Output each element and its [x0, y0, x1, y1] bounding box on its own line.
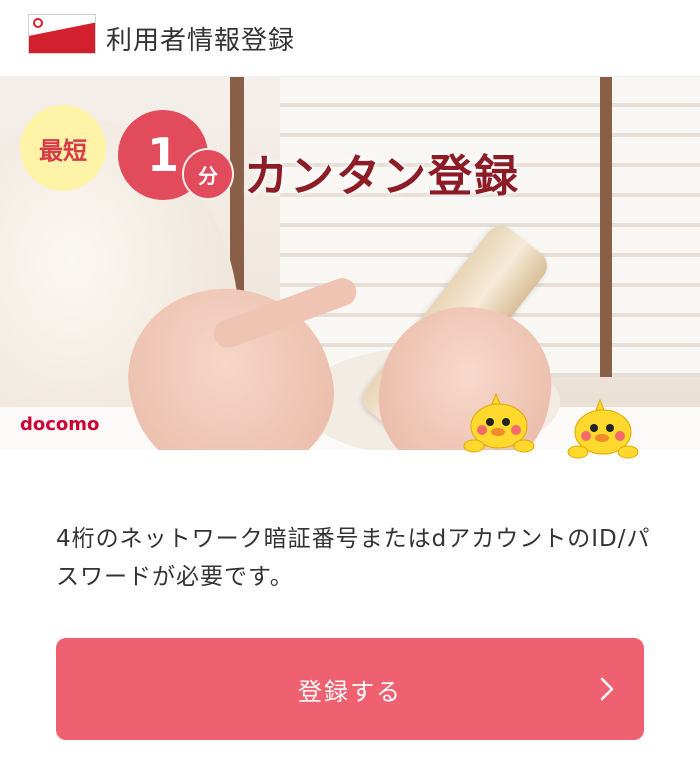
- poinco-bird-icon: [463, 392, 535, 453]
- chevron-right-icon: [600, 677, 614, 701]
- docomo-logo: docomo: [20, 414, 100, 435]
- register-button-label: 登録する: [298, 677, 402, 706]
- header-bar: 利用者情報登録: [0, 0, 700, 77]
- page-title: 利用者情報登録: [106, 26, 296, 56]
- hero-banner: [0, 77, 700, 450]
- poinco-bird-icon: [567, 398, 639, 459]
- hero-headline: カンタン登録: [244, 151, 520, 202]
- minute-badge: 分: [182, 148, 234, 200]
- d-app-icon: [28, 14, 96, 54]
- register-button[interactable]: 登録する: [56, 638, 644, 740]
- requirement-description: 4桁のネットワーク暗証番号またはdアカウントのID/パスワードが必要です。: [56, 526, 651, 590]
- shortest-badge: 最短: [20, 105, 106, 191]
